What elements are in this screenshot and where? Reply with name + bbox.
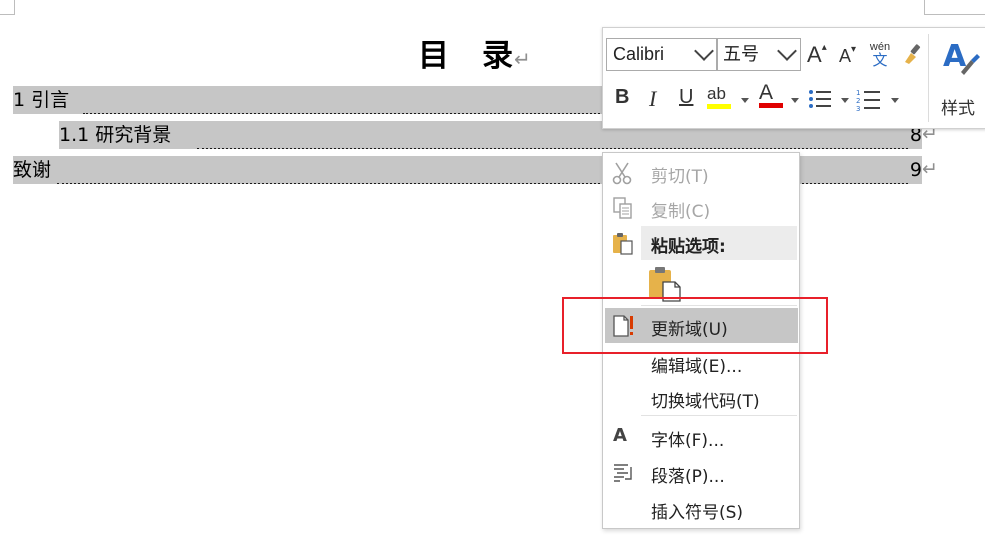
menu-item-font[interactable]: A 字体(F)... <box>603 419 799 454</box>
underline-button[interactable]: U <box>679 86 693 109</box>
page-corner-mark-right <box>924 0 985 15</box>
toc-entry-text: 致谢 <box>13 156 54 184</box>
font-color-button[interactable]: A <box>759 81 783 108</box>
menu-item-label: 剪切(T) <box>651 167 709 187</box>
menu-item-copy[interactable]: 复制(C) <box>603 190 799 225</box>
caret-up-icon: ▴ <box>821 42 827 53</box>
mini-toolbar: Calibri 五号 A▴ A▾ wén 文 B I U ab A 1 2 3 … <box>602 27 985 129</box>
menu-paste-options-header: 粘贴选项: <box>603 225 799 260</box>
menu-item-cut[interactable]: 剪切(T) <box>603 155 799 190</box>
styles-button[interactable]: A 样式 <box>937 36 985 122</box>
toolbar-divider <box>928 34 929 122</box>
font-size-value: 五号 <box>723 44 759 64</box>
numbered-list-icon: 1 2 3 <box>856 89 880 113</box>
styles-label: 样式 <box>941 99 975 118</box>
copy-icon <box>613 197 632 219</box>
menu-item-label: 字体(F)... <box>651 431 725 451</box>
menu-item-insert-symbol[interactable]: 插入符号(S) <box>603 491 799 526</box>
menu-item-paragraph[interactable]: 段落(P)... <box>603 455 799 490</box>
toc-heading-text: 目 录 <box>418 38 514 74</box>
highlight-icon: ab <box>707 84 726 103</box>
phonetic-guide-button[interactable]: wén 文 <box>869 41 891 69</box>
svg-text:1: 1 <box>856 89 860 97</box>
paragraph-mark: ↵ <box>514 47 532 71</box>
menu-item-toggle-field-codes[interactable]: 切换域代码(T) <box>603 380 799 415</box>
svg-text:A: A <box>943 39 967 74</box>
phonetic-char: 文 <box>872 52 888 69</box>
caret-down-icon: ▾ <box>851 44 857 55</box>
format-painter-button[interactable] <box>901 42 925 72</box>
scissors-icon <box>612 162 632 185</box>
highlight-button[interactable]: ab <box>707 84 731 109</box>
italic-button[interactable]: I <box>649 86 656 112</box>
toc-heading: 目 录↵ <box>418 30 532 75</box>
toc-entry[interactable]: 1 引言 <box>13 86 619 114</box>
font-color-dropdown-arrow[interactable] <box>791 98 799 103</box>
bullets-dropdown-arrow[interactable] <box>841 98 849 103</box>
highlight-dropdown-arrow[interactable] <box>741 98 749 103</box>
menu-item-label: 编辑域(E)... <box>651 357 743 377</box>
toc-leader-dots <box>197 128 908 149</box>
shrink-font-button[interactable]: A▾ <box>839 44 857 67</box>
paste-icon <box>613 233 633 255</box>
paragraph-mark: ↵ <box>922 159 938 180</box>
numbering-button[interactable]: 1 2 3 <box>856 88 882 118</box>
menu-item-label: 插入符号(S) <box>651 503 744 523</box>
font-color-icon: A <box>759 81 774 104</box>
font-name-value: Calibri <box>613 44 665 64</box>
svg-text:2: 2 <box>856 97 860 105</box>
bullets-button[interactable] <box>808 88 832 116</box>
bold-button[interactable]: B <box>615 86 629 109</box>
styles-icon: A <box>943 39 980 75</box>
page-corner-mark-left <box>0 0 15 15</box>
grow-font-button[interactable]: A▴ <box>807 42 827 68</box>
menu-item-label: 切换域代码(T) <box>651 392 760 412</box>
brush-icon <box>905 44 921 64</box>
chevron-down-icon <box>694 41 714 61</box>
toc-leader-dots <box>83 93 619 114</box>
svg-text:3: 3 <box>856 105 860 112</box>
font-size-combobox[interactable]: 五号 <box>716 38 801 71</box>
font-name-combobox[interactable]: Calibri <box>606 38 718 71</box>
menu-item-label: 复制(C) <box>651 202 711 222</box>
menu-item-label: 粘贴选项: <box>651 237 726 257</box>
bullet-list-icon <box>809 90 831 108</box>
grow-font-icon: A <box>807 42 822 67</box>
paragraph-icon <box>614 464 632 482</box>
toc-page-number: 9 <box>909 159 922 181</box>
numbering-dropdown-arrow[interactable] <box>891 98 899 103</box>
toc-entry-text: 1 引言 <box>13 86 72 114</box>
shrink-font-icon: A <box>839 46 852 66</box>
menu-item-label: 段落(P)... <box>651 467 725 487</box>
menu-separator <box>641 415 797 416</box>
chevron-down-icon <box>777 41 797 61</box>
highlight-color-bar <box>707 104 731 109</box>
font-icon: A <box>613 425 627 446</box>
toc-entry-text: 1.1 研究背景 <box>59 121 174 149</box>
annotation-highlight-box <box>562 297 828 354</box>
